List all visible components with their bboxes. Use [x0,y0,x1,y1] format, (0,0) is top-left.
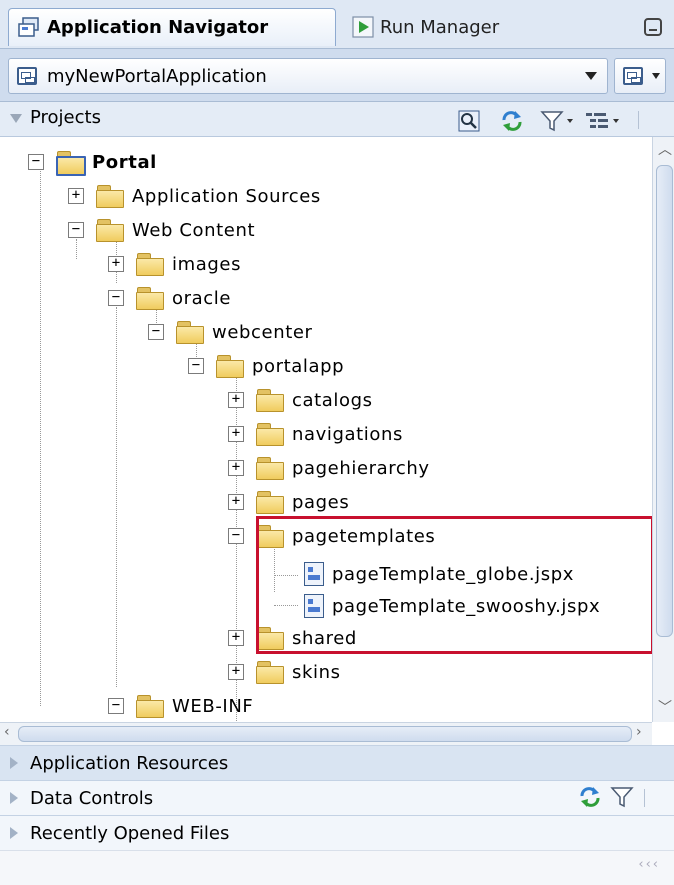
tab-run-manager-label: Run Manager [380,16,500,38]
application-name: myNewPortalApplication [47,65,267,87]
run-icon [352,16,374,38]
tree-node-label: Application Sources [132,185,321,207]
expand-icon[interactable]: + [228,392,244,408]
tree-node-label: navigations [292,423,404,445]
tree-node-label: Web Content [132,219,256,241]
tree-node-navigations[interactable]: + navigations [228,419,403,449]
expand-triangle-icon [10,757,18,769]
tree-node-skins[interactable]: + skins [228,657,341,687]
folder-icon [96,185,124,208]
folder-icon [136,253,164,276]
collapse-icon[interactable]: − [188,358,204,374]
tree-node-portalapp[interactable]: − portalapp [188,351,344,381]
tree-node-oracle[interactable]: − oracle [108,283,231,313]
collapse-icon[interactable]: − [108,698,124,714]
panel-data-controls[interactable]: Data Controls [0,780,674,815]
folder-icon [176,321,204,344]
filter-icon[interactable] [610,786,634,808]
tree-node-label: images [172,253,242,275]
tree-node-web-inf[interactable]: − WEB-INF [108,691,253,721]
collapse-icon[interactable]: − [108,290,124,306]
project-folder-icon [56,151,86,176]
expand-icon[interactable]: + [228,460,244,476]
application-selector[interactable]: myNewPortalApplication [8,58,608,94]
collapse-chevrons-icon[interactable]: ‹‹‹ [638,857,660,872]
tree-node-catalogs[interactable]: + catalogs [228,385,373,415]
vertical-scroll-thumb[interactable] [656,165,673,637]
tree-node-portal[interactable]: − Portal [28,147,157,177]
collapse-icon[interactable]: − [28,154,44,170]
toolbar-separator [644,789,645,812]
search-icon[interactable] [458,110,480,132]
tree-node-application-sources[interactable]: + Application Sources [68,181,321,211]
expand-icon[interactable]: + [228,630,244,646]
folder-icon [256,661,284,684]
highlight-box [256,516,654,654]
panel-application-resources[interactable]: Application Resources [0,745,674,780]
tab-application-navigator-label: Application Navigator [47,17,269,38]
tree-node-label: pages [292,491,350,513]
collapse-icon[interactable]: − [68,222,84,238]
vertical-scrollbar[interactable]: ︿ ﹀ [652,137,674,722]
minimize-button[interactable] [644,18,662,36]
folder-icon [96,219,124,242]
toolbar-separator [638,111,639,134]
application-menu-button[interactable] [614,58,666,94]
tree-node-label: skins [292,661,341,683]
collapse-icon[interactable]: − [228,528,244,544]
view-options-icon[interactable] [584,110,624,132]
tree-node-label: oracle [172,287,232,309]
menu-dropdown-icon [652,73,660,79]
tree-node-web-content[interactable]: − Web Content [68,215,255,245]
tree-node-label: webcenter [212,321,313,343]
tree-node-label: WEB-INF [172,695,254,717]
tree-node-label: pagehierarchy [292,457,430,479]
tree-node-label: portalapp [252,355,345,377]
bottom-strip: ‹‹‹ [0,850,674,885]
application-menu-icon [623,67,643,85]
scroll-right-icon[interactable]: › [636,724,642,740]
folder-icon [256,423,284,446]
collapse-icon[interactable]: − [148,324,164,340]
expand-icon[interactable]: + [108,256,124,272]
panel-recently-opened-files[interactable]: Recently Opened Files [0,815,674,850]
horizontal-scrollbar[interactable]: ‹ › [0,722,652,745]
tree-node-label: Portal [92,151,157,173]
horizontal-scroll-thumb[interactable] [18,726,632,742]
tab-application-navigator[interactable]: Application Navigator [8,8,336,46]
scroll-up-icon[interactable]: ︿ [658,139,672,159]
projects-label: Projects [30,107,101,128]
expand-icon[interactable]: + [228,664,244,680]
expand-triangle-icon [10,792,18,804]
panel-label: Application Resources [30,752,229,774]
expand-icon[interactable]: + [68,188,84,204]
chevron-down-icon [585,72,597,80]
tab-run-manager[interactable]: Run Manager [344,8,554,46]
folder-icon [256,491,284,514]
expand-triangle-icon [10,827,18,839]
refresh-icon[interactable] [500,110,524,132]
filter-icon[interactable] [540,110,576,132]
scroll-left-icon[interactable]: ‹ [4,724,10,740]
folder-icon [256,389,284,412]
expand-icon[interactable]: + [228,494,244,510]
folder-icon [136,695,164,718]
application-icon [17,67,37,85]
folder-icon [256,457,284,480]
tree-node-pagehierarchy[interactable]: + pagehierarchy [228,453,430,483]
panel-label: Data Controls [30,787,154,809]
refresh-icon[interactable] [578,786,602,808]
collapse-triangle-icon [10,114,22,123]
expand-icon[interactable]: + [228,426,244,442]
tree-node-webcenter[interactable]: − webcenter [148,317,313,347]
tree-node-label: catalogs [292,389,373,411]
panel-label: Recently Opened Files [30,822,230,844]
tree-node-pages[interactable]: + pages [228,487,349,517]
navigator-icon [18,16,39,37]
scroll-down-icon[interactable]: ﹀ [658,697,672,717]
folder-icon [216,355,244,378]
folder-icon [136,287,164,310]
tree-node-images[interactable]: + images [108,249,241,279]
